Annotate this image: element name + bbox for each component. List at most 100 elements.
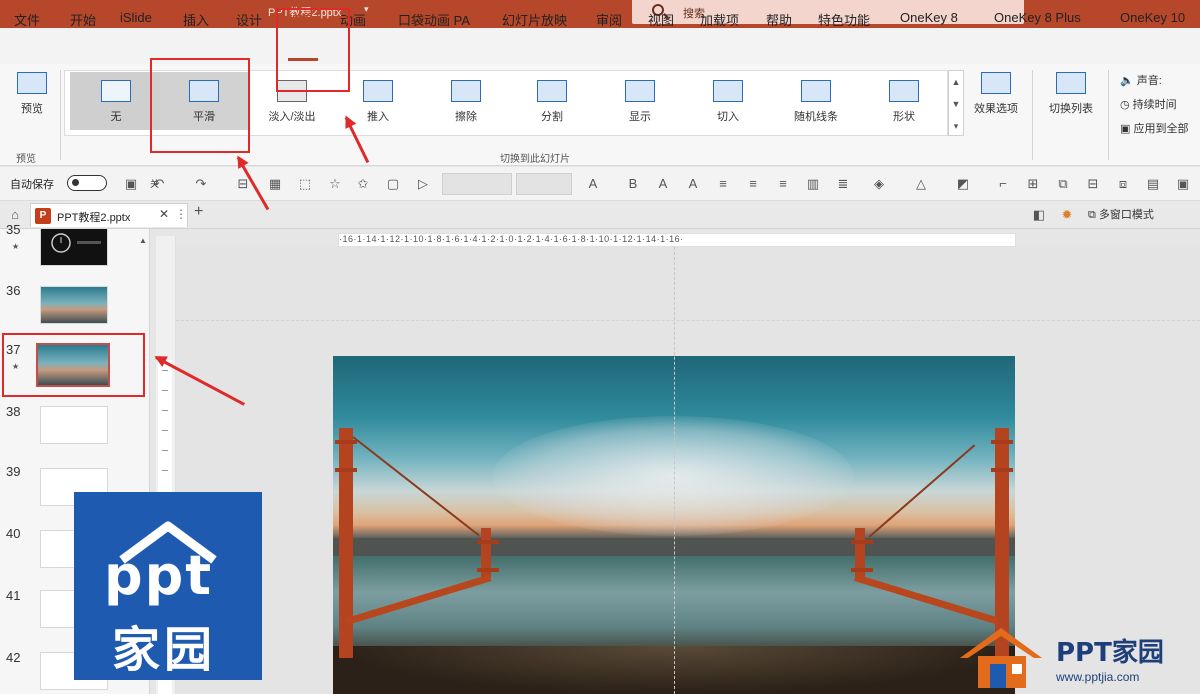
transition-reveal-label: 显示 — [629, 111, 651, 123]
add-tab-icon[interactable]: + — [194, 203, 203, 221]
outline-icon[interactable]: △ — [914, 177, 928, 191]
shape-fill-icon[interactable]: ◈ — [872, 177, 886, 191]
tab-features[interactable]: 特色功能 — [818, 10, 870, 29]
separator — [60, 70, 61, 160]
tab-more-icon[interactable]: ⋮ — [175, 207, 187, 221]
pptjia-corner-logo: PPT家园 www.pptjia.com — [952, 622, 1200, 694]
tab-pocket-animation[interactable]: 口袋动画 PA — [398, 10, 470, 29]
home-tab-icon[interactable]: ⌂ — [8, 208, 22, 222]
align-left-icon[interactable]: ≡ — [746, 177, 760, 191]
effect-options-button[interactable]: 效果选项 — [966, 72, 1026, 116]
none-icon — [101, 80, 131, 102]
settings-icon[interactable]: ✹ — [1060, 208, 1074, 222]
tab-design[interactable]: 设计 — [236, 10, 262, 29]
document-tab[interactable]: P PPT教程2.pptx ✕ ⋮ — [30, 203, 188, 227]
panel-scroll-up-icon[interactable]: ▲ — [136, 234, 150, 248]
ruler-tick — [162, 470, 168, 471]
tab-insert[interactable]: 插入 — [183, 10, 209, 29]
align-right-icon[interactable]: ≡ — [776, 177, 790, 191]
bridge-cable-left — [352, 436, 480, 537]
font-size-box[interactable] — [516, 173, 572, 195]
effect-options-icon — [981, 72, 1011, 94]
tab-onekey8[interactable]: OneKey 8 — [900, 10, 958, 25]
tab-file[interactable]: 文件 — [14, 10, 40, 29]
sound-option[interactable]: 🔈 声音: — [1120, 72, 1162, 88]
duration-option[interactable]: ◷ 持续时间 — [1120, 96, 1177, 112]
switch-list-icon — [1056, 72, 1086, 94]
slide-thumbnail-36[interactable] — [40, 286, 108, 324]
tab-slideshow[interactable]: 幻灯片放映 — [502, 10, 567, 29]
slide-number: 38 — [6, 404, 21, 419]
justify-icon[interactable]: ≣ — [836, 177, 850, 191]
textbox-icon[interactable]: ▢ — [386, 177, 400, 191]
font-color-icon[interactable]: A — [586, 177, 600, 191]
slide-thumbnail-38[interactable] — [40, 406, 108, 444]
transition-split[interactable]: 分割 — [514, 80, 590, 124]
slide-number: 39 — [6, 464, 21, 479]
overflow-icon[interactable]: ▣ — [1176, 177, 1190, 191]
switch-list-button[interactable]: 切换列表 — [1040, 72, 1102, 116]
redo-icon[interactable]: ↷ — [194, 177, 208, 191]
picture-icon[interactable]: ⬚ — [298, 177, 312, 191]
media-icon[interactable]: ▷ — [416, 177, 430, 191]
separator — [1108, 70, 1109, 160]
effect-options-label: 效果选项 — [974, 103, 1018, 115]
shrink-font-icon[interactable]: A — [686, 177, 700, 191]
horizontal-guide — [176, 320, 1200, 321]
tab-view[interactable]: 视图 — [648, 10, 674, 29]
tab-islide[interactable]: iSlide — [120, 10, 152, 25]
star-outline-icon[interactable]: ✩ — [356, 177, 370, 191]
table-icon[interactable]: ▦ — [268, 177, 282, 191]
transition-shape[interactable]: 形状 — [866, 80, 942, 124]
scroll-down-icon[interactable]: ▼ — [949, 93, 963, 115]
gallery-scroll[interactable]: ▲ ▼ ▾ — [948, 70, 964, 136]
slide-thumbnail-37[interactable] — [36, 343, 110, 387]
slide-thumbnail-35[interactable] — [40, 228, 108, 266]
split-icon — [537, 80, 567, 102]
transition-none[interactable]: 无 — [78, 80, 154, 124]
group-icon[interactable]: ⧉ — [1056, 177, 1070, 191]
transition-reveal[interactable]: 显示 — [602, 80, 678, 124]
align-objects-icon[interactable]: ⊞ — [1026, 177, 1040, 191]
window-mode-label: 多窗口模式 — [1098, 209, 1154, 221]
transition-wipe[interactable]: 擦除 — [428, 80, 504, 124]
logo-right-url: www.pptjia.com — [1056, 670, 1140, 684]
save-icon[interactable]: ▣ — [124, 177, 138, 191]
tab-home[interactable]: 开始 — [70, 10, 96, 29]
logo-text-ppt: ppt — [104, 544, 214, 607]
layer-icon[interactable]: ⧈ — [1116, 177, 1130, 191]
apply-all-option[interactable]: ▣ 应用到全部 — [1120, 120, 1188, 136]
transition-cut[interactable]: 切入 — [690, 80, 766, 124]
bridge-cable-right — [868, 444, 976, 538]
transition-random-bars[interactable]: 随机线条 — [778, 80, 854, 124]
font-name-box[interactable] — [442, 173, 512, 195]
columns-icon[interactable]: ▥ — [806, 177, 820, 191]
apply-all-label: 应用到全部 — [1133, 123, 1189, 135]
more-tools-icon[interactable]: ▤ — [1146, 177, 1160, 191]
annotation-box-tab — [276, 8, 350, 92]
tab-onekey8plus[interactable]: OneKey 8 Plus — [994, 10, 1081, 25]
transition-star-icon: ★ — [12, 242, 20, 251]
gallery-more-icon[interactable]: ▾ — [949, 115, 963, 137]
star-icon[interactable]: ☆ — [328, 177, 342, 191]
powerpoint-icon: P — [35, 208, 51, 224]
close-tab-icon[interactable]: ✕ — [159, 207, 169, 221]
align-center-icon[interactable]: ≡ — [716, 177, 730, 191]
arrange-icon[interactable]: ◩ — [956, 177, 970, 191]
preview-icon — [17, 72, 47, 94]
window-mode-button[interactable]: ⧉ 多窗口模式 — [1088, 206, 1154, 222]
undo-icon[interactable]: ↶ — [152, 177, 166, 191]
pin-icon[interactable]: ◧ — [1032, 208, 1046, 222]
tab-addins[interactable]: 加载项 — [700, 10, 739, 29]
preview-button[interactable]: 预览 — [10, 72, 54, 116]
scroll-up-icon[interactable]: ▲ — [949, 71, 963, 93]
tab-review[interactable]: 审阅 — [596, 10, 622, 29]
autosave-toggle[interactable]: 关 — [67, 175, 159, 191]
ruler-tick — [162, 430, 168, 431]
grow-font-icon[interactable]: A — [656, 177, 670, 191]
crop-icon[interactable]: ⌐ — [996, 177, 1010, 191]
tab-help[interactable]: 帮助 — [766, 10, 792, 29]
bold-icon[interactable]: B — [626, 177, 640, 191]
tab-onekey10[interactable]: OneKey 10 — [1120, 10, 1185, 25]
distribute-icon[interactable]: ⊟ — [1086, 177, 1100, 191]
